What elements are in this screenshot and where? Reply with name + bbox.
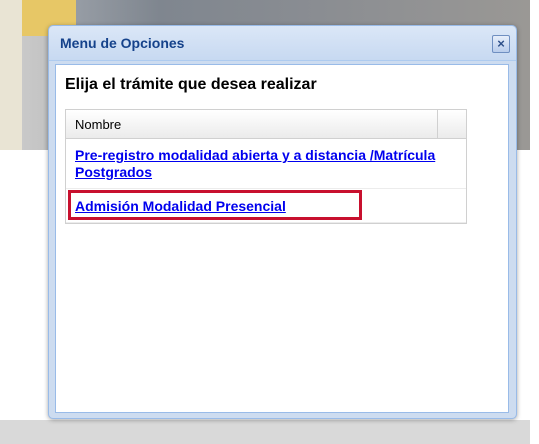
- options-menu-window: Menu de Opciones × Elija el trámite que …: [48, 25, 517, 419]
- backdrop-bottom: [0, 420, 530, 444]
- column-header-label: Nombre: [75, 117, 122, 132]
- close-button[interactable]: ×: [492, 35, 510, 53]
- window-body: Elija el trámite que desea realizar Nomb…: [55, 64, 509, 413]
- admision-presencial-link[interactable]: Admisión Modalidad Presencial: [75, 198, 286, 215]
- procedures-grid: Nombre Pre-registro modalidad abierta y …: [65, 109, 467, 224]
- page: Menu de Opciones × Elija el trámite que …: [0, 0, 539, 444]
- backdrop-stripe: [0, 0, 22, 150]
- table-row: Admisión Modalidad Presencial: [66, 189, 466, 223]
- column-header-nombre[interactable]: Nombre: [66, 110, 438, 138]
- grid-header: Nombre: [66, 109, 466, 139]
- table-row: Pre-registro modalidad abierta y a dista…: [66, 139, 466, 189]
- preregistro-link[interactable]: Pre-registro modalidad abierta y a dista…: [75, 147, 455, 181]
- window-header[interactable]: Menu de Opciones ×: [49, 26, 516, 61]
- close-icon: ×: [497, 36, 505, 51]
- procedure-heading: Elija el trámite que desea realizar: [65, 76, 317, 93]
- window-title: Menu de Opciones: [60, 35, 185, 51]
